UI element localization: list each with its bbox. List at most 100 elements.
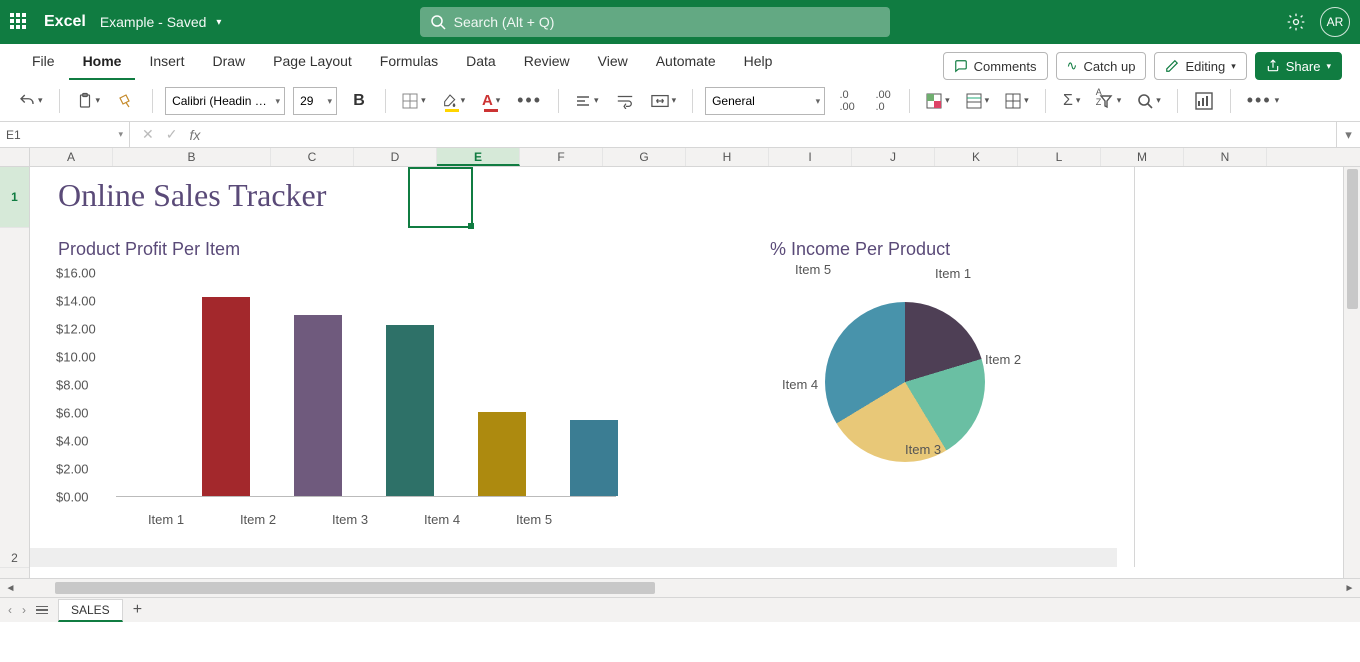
next-sheet-icon[interactable]: › [22, 603, 26, 617]
column-header[interactable]: J [852, 148, 935, 166]
ribbon-tab-insert[interactable]: Insert [135, 46, 198, 80]
y-tick: $4.00 [56, 434, 89, 449]
row-header[interactable]: 1 [0, 167, 29, 228]
gear-icon[interactable] [1286, 12, 1306, 32]
y-tick: $8.00 [56, 378, 89, 393]
add-sheet-button[interactable]: + [133, 601, 142, 619]
ribbon-tab-help[interactable]: Help [730, 46, 787, 80]
scroll-left-icon[interactable]: ◄ [2, 580, 19, 597]
more-commands-button[interactable]: •••▾ [1243, 87, 1283, 115]
ribbon-tab-file[interactable]: File [18, 46, 69, 80]
column-header[interactable]: N [1184, 148, 1267, 166]
name-box[interactable]: E1▾ [0, 122, 130, 147]
enter-formula-icon[interactable]: ✓ [166, 126, 178, 143]
select-all-corner[interactable] [0, 148, 30, 166]
ribbon-tab-home[interactable]: Home [69, 46, 136, 80]
home-toolbar: ▾ ▾ ▾ ▾ B ▾ ▾ A▾ ••• ▾ ▾ ▾ .0.00 .00.0 ▾… [0, 80, 1360, 122]
font-family-select[interactable]: ▾ [165, 87, 285, 115]
column-header[interactable]: M [1101, 148, 1184, 166]
cells-area[interactable]: Online Sales Tracker Product Profit Per … [30, 167, 1360, 578]
sort-filter-button[interactable]: AZ▾ [1094, 87, 1126, 115]
decrease-decimal-button[interactable]: .00.0 [869, 87, 897, 115]
editing-mode-button[interactable]: Editing ▾ [1154, 52, 1246, 80]
ribbon-tab-data[interactable]: Data [452, 46, 510, 80]
vertical-scrollbar[interactable] [1343, 167, 1360, 597]
column-headers: ABCDEFGHIJKLMN [0, 148, 1360, 167]
font-size-select[interactable]: ▾ [293, 87, 337, 115]
ribbon-tab-page-layout[interactable]: Page Layout [259, 46, 366, 80]
avatar[interactable]: AR [1320, 7, 1350, 37]
increase-decimal-button[interactable]: .0.00 [833, 87, 861, 115]
fill-color-button[interactable]: ▾ [438, 87, 470, 115]
column-header[interactable]: K [935, 148, 1018, 166]
x-category: Item 5 [494, 512, 574, 527]
row-headers: 1 2 [0, 167, 30, 578]
column-header[interactable]: A [30, 148, 113, 166]
search-input[interactable] [420, 7, 890, 37]
ribbon-tab-formulas[interactable]: Formulas [366, 46, 452, 80]
fill-handle[interactable] [468, 223, 474, 229]
document-title[interactable]: Example - Saved [100, 14, 207, 30]
find-button[interactable]: ▾ [1133, 87, 1165, 115]
bold-button[interactable]: B [345, 87, 373, 115]
analyze-data-button[interactable] [1190, 87, 1218, 115]
ribbon: FileHomeInsertDrawPage LayoutFormulasDat… [0, 44, 1360, 80]
merge-button[interactable]: ▾ [647, 87, 681, 115]
format-table-button[interactable]: ▾ [962, 87, 994, 115]
row-divider [30, 548, 1117, 567]
fx-icon[interactable]: fx [189, 127, 200, 143]
pie-label: Item 1 [935, 266, 971, 281]
column-header[interactable]: L [1018, 148, 1101, 166]
sheet-tab-sales[interactable]: SALES [58, 599, 123, 622]
conditional-format-button[interactable]: ▾ [922, 87, 954, 115]
cancel-formula-icon[interactable]: ✕ [142, 126, 154, 143]
format-painter-button[interactable] [112, 87, 140, 115]
app-launcher-icon[interactable] [10, 13, 28, 31]
autosum-button[interactable]: Σ▾ [1058, 87, 1086, 115]
y-tick: $14.00 [56, 294, 96, 309]
prev-sheet-icon[interactable]: ‹ [8, 603, 12, 617]
column-header[interactable]: D [354, 148, 437, 166]
pie-chart: Item 1Item 2Item 3Item 4Item 5 [790, 272, 1020, 502]
row-header[interactable]: 2 [0, 228, 29, 568]
app-name: Excel [44, 13, 86, 31]
more-font-button[interactable]: ••• [513, 87, 546, 115]
search-icon [430, 14, 446, 30]
undo-button[interactable]: ▾ [14, 87, 47, 115]
column-header[interactable]: H [686, 148, 769, 166]
pulse-icon: ∿ [1067, 58, 1078, 74]
ribbon-tab-automate[interactable]: Automate [642, 46, 730, 80]
pie-label: Item 3 [905, 442, 941, 457]
formula-input[interactable] [212, 122, 1336, 147]
column-header[interactable]: B [113, 148, 271, 166]
formula-bar-row: E1▾ ✕ ✓ fx ▾ [0, 122, 1360, 148]
ribbon-tab-review[interactable]: Review [510, 46, 584, 80]
bar [478, 412, 526, 496]
all-sheets-icon[interactable] [36, 606, 48, 615]
x-category: Item 3 [310, 512, 390, 527]
column-header[interactable]: G [603, 148, 686, 166]
column-header[interactable]: C [271, 148, 354, 166]
column-header[interactable]: I [769, 148, 852, 166]
column-header[interactable]: F [520, 148, 603, 166]
horizontal-scrollbar[interactable]: ◄ ► [0, 578, 1360, 597]
pie-label: Item 4 [782, 377, 818, 392]
font-color-button[interactable]: A▾ [477, 87, 505, 115]
comments-button[interactable]: Comments [943, 52, 1048, 80]
cell-styles-button[interactable]: ▾ [1001, 87, 1033, 115]
align-button[interactable]: ▾ [571, 87, 603, 115]
paste-button[interactable]: ▾ [72, 87, 105, 115]
chevron-down-icon[interactable]: ▾ [216, 17, 221, 28]
wrap-text-button[interactable] [611, 87, 639, 115]
borders-button[interactable]: ▾ [398, 87, 430, 115]
editing-label: Editing [1185, 59, 1225, 74]
ribbon-tab-view[interactable]: View [584, 46, 642, 80]
expand-formula-bar-icon[interactable]: ▾ [1336, 122, 1360, 147]
ribbon-tab-draw[interactable]: Draw [198, 46, 259, 80]
number-format-select[interactable]: ▾ [705, 87, 825, 115]
catchup-button[interactable]: ∿ Catch up [1056, 52, 1147, 80]
x-category: Item 1 [126, 512, 206, 527]
share-button[interactable]: Share ▾ [1255, 52, 1342, 80]
column-header[interactable]: E [437, 148, 520, 166]
scroll-right-icon[interactable]: ► [1341, 580, 1358, 597]
